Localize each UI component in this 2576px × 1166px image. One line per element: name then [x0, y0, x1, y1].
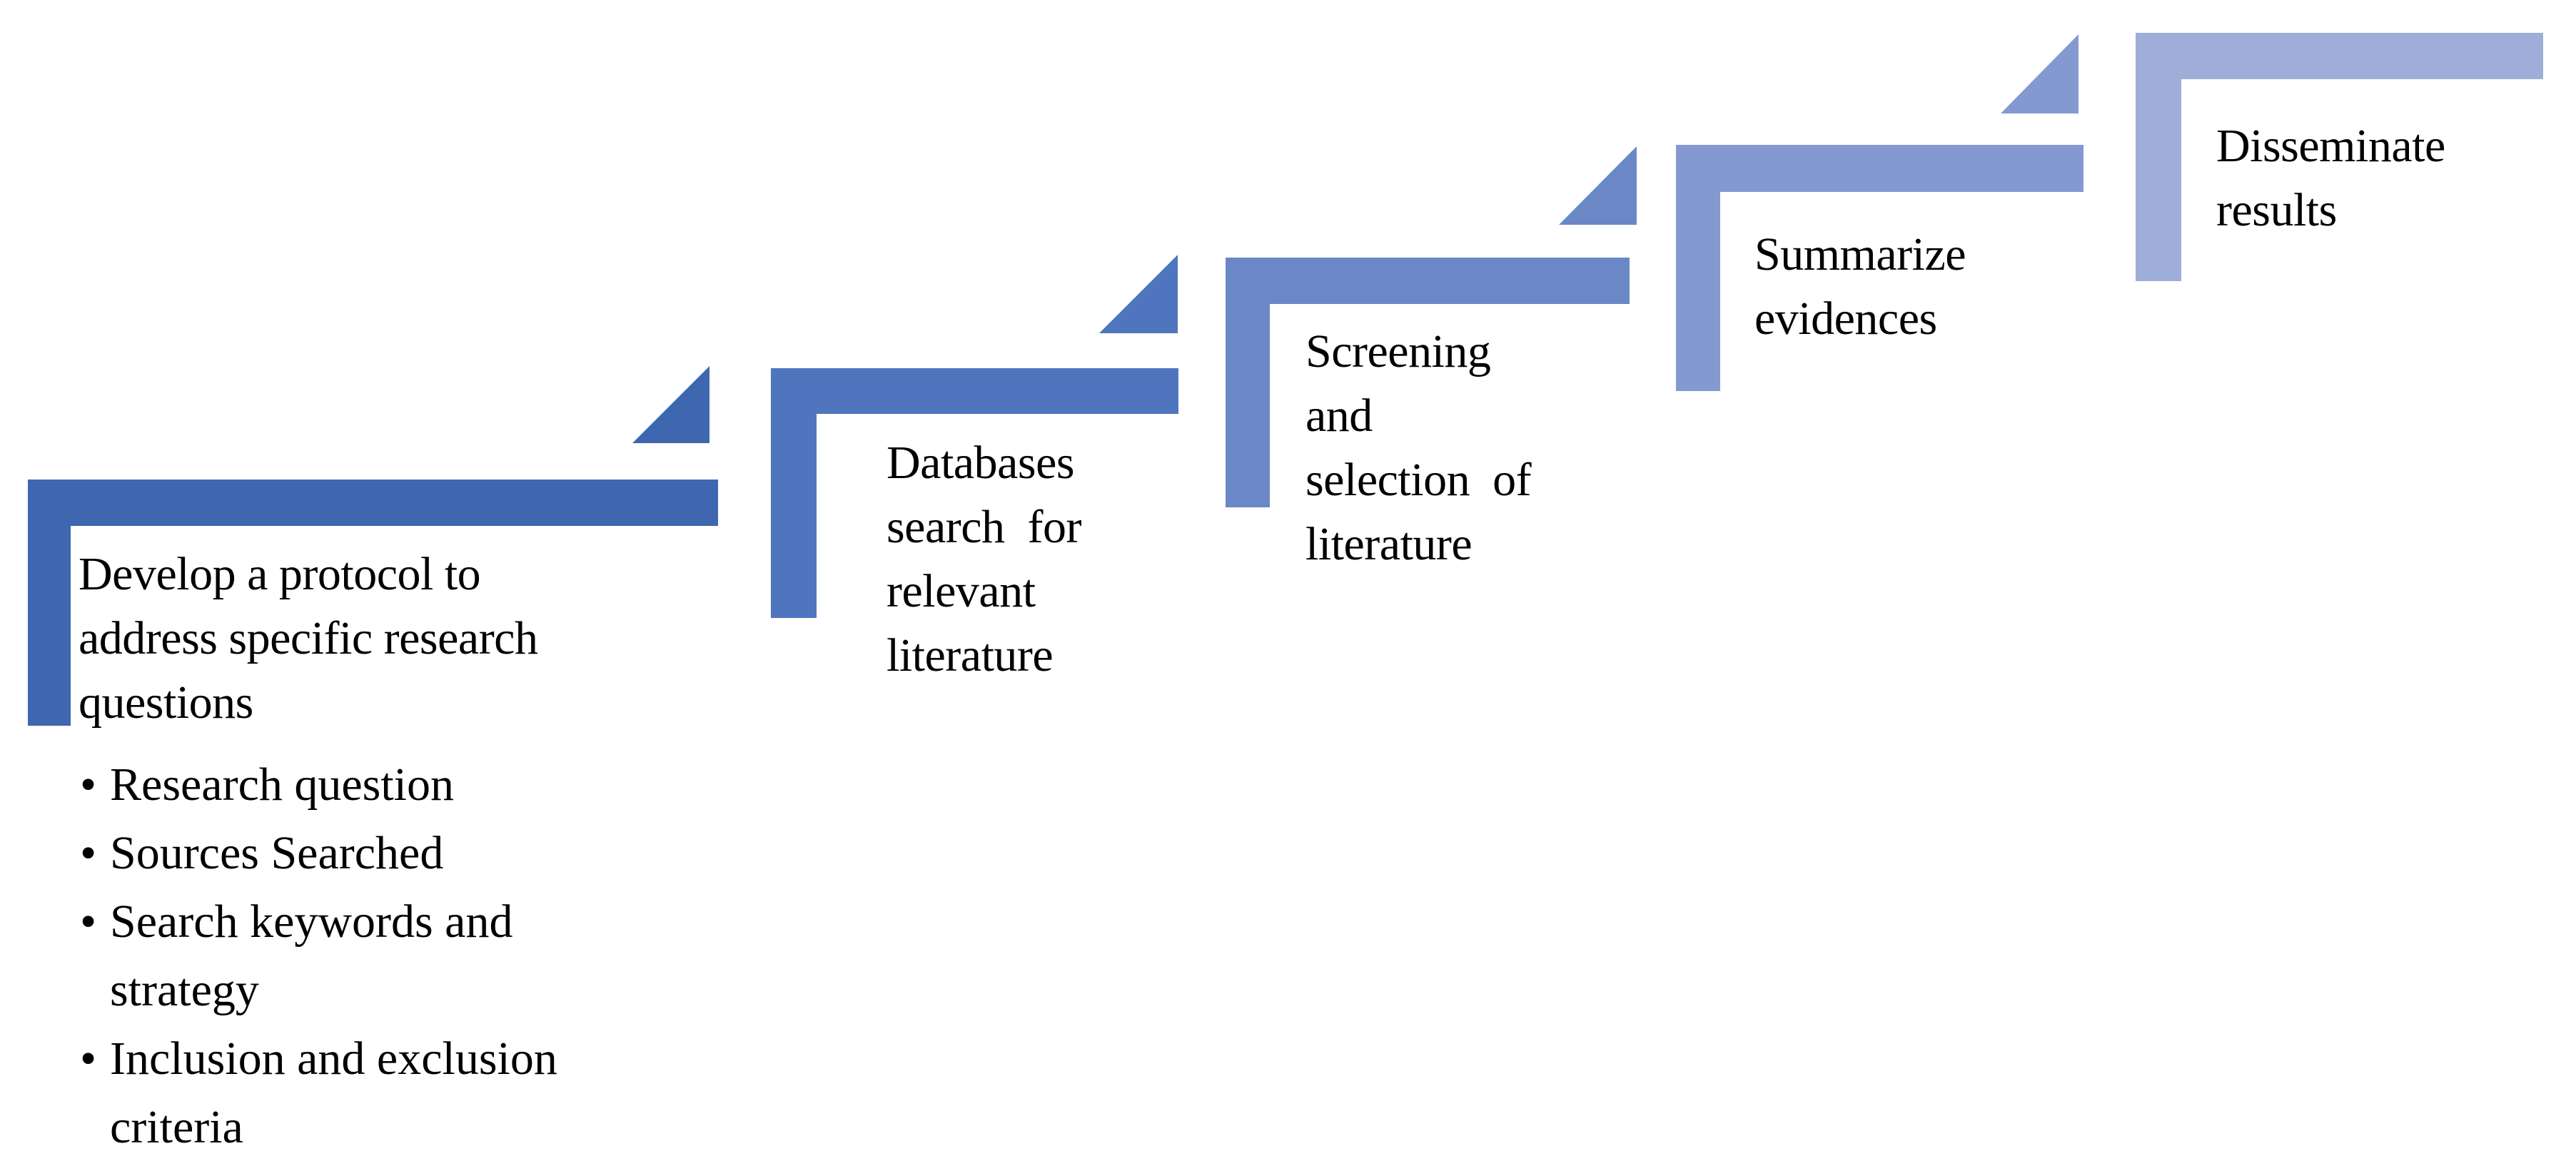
step-3-top-bar [1226, 258, 1630, 304]
bullet-text: Inclusion and exclusion [110, 1033, 557, 1085]
step-3-arrow-triangle [1559, 146, 1637, 225]
step-5-label-line: results [2216, 184, 2337, 236]
step-1-arrow-triangle [632, 366, 709, 443]
step-3-label-line: Screening [1305, 325, 1491, 377]
step-5-left-bar [2136, 33, 2181, 281]
bullet-item: • Research question [80, 751, 557, 819]
step-2-arrow-triangle [1099, 255, 1178, 333]
step-1-top-bar [28, 480, 718, 526]
step-2-label: Databases search for relevant literature [887, 431, 1172, 688]
step-4-arrow-triangle [2001, 34, 2079, 113]
step-5-top-bar [2136, 33, 2543, 79]
bullet-icon: • [80, 1033, 97, 1085]
step-2-label-line: search for [887, 501, 1082, 553]
step-2-label-line: literature [887, 629, 1054, 681]
bullet-text: criteria [110, 1101, 243, 1153]
step-1-label-line: questions [79, 676, 253, 729]
bullet-icon: • [80, 759, 97, 811]
bullet-text: Research question [110, 759, 455, 811]
step-2-left-bar [771, 368, 817, 618]
step-2-label-line: Databases [887, 437, 1075, 489]
step-5-label: Disseminate results [2216, 114, 2545, 243]
step-4-left-bar [1676, 145, 1720, 391]
step-4-label-line: evidences [1754, 293, 1937, 345]
step-3-label-line: and [1305, 390, 1373, 442]
bullet-item: • Search keywords and strategy [80, 888, 557, 1025]
step-3-left-bar [1226, 258, 1270, 507]
step-2-top-bar [771, 368, 1178, 414]
step-4-top-bar [1676, 145, 2083, 192]
bullet-icon: • [80, 896, 97, 948]
step-4-label: Summarize evidences [1754, 223, 2069, 351]
step-1-label-line: Develop a protocol to [79, 548, 481, 600]
protocol-bullet-list: • Research question • Sources Searched •… [80, 751, 557, 1162]
step-4-label-line: Summarize [1754, 228, 1966, 280]
step-2-label-line: relevant [887, 565, 1036, 617]
step-1-label-line: address specific research [79, 612, 538, 664]
bullet-icon: • [80, 827, 97, 879]
step-1-left-bar [28, 480, 71, 726]
bullet-text: Sources Searched [110, 827, 444, 879]
step-3-label: Screening and selection of literature [1305, 320, 1612, 577]
step-1-label: Develop a protocol to address specific r… [79, 542, 707, 735]
step-3-label-line: selection of [1305, 454, 1532, 506]
bullet-item: • Inclusion and exclusion criteria [80, 1025, 557, 1162]
step-5-label-line: Disseminate [2216, 120, 2445, 172]
step-3-label-line: literature [1305, 518, 1473, 570]
bullet-item: • Sources Searched [80, 819, 557, 888]
bullet-text: strategy [110, 964, 259, 1016]
bullet-text: Search keywords and [110, 896, 513, 948]
